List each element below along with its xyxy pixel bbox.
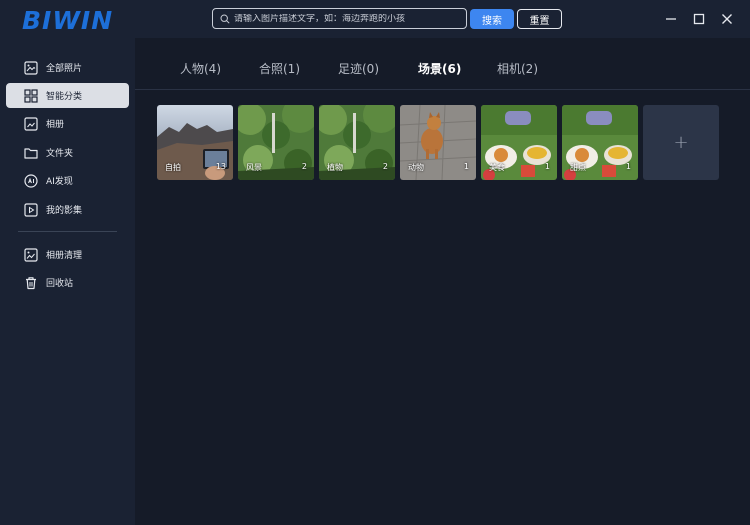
tile-count: 1 [625, 162, 631, 171]
search-button[interactable]: 搜索 [470, 9, 514, 29]
sidebar: 全部照片 智能分类 相册 文件夹 AI发现 我的影集 相册清理 回收站 [0, 38, 135, 525]
sidebar-item-my-movies[interactable]: 我的影集 [6, 197, 129, 222]
tile-count: 1 [463, 162, 469, 171]
tile-label: 甜点 [570, 163, 586, 172]
close-button[interactable] [717, 9, 737, 29]
maximize-icon [693, 13, 705, 25]
scene-tile-dessert[interactable]: 甜点 1 [562, 105, 638, 180]
tab-group-photos[interactable]: 合照(1) [259, 60, 300, 77]
biwin-logo: BIWIN [22, 6, 114, 35]
search-box[interactable] [212, 8, 467, 29]
sidebar-item-album[interactable]: 相册 [6, 111, 129, 136]
sidebar-item-label: 文件夹 [46, 149, 74, 159]
all-photos-icon [24, 60, 38, 75]
scene-tile-landscape[interactable]: 风景 2 [238, 105, 314, 180]
sidebar-item-label: 我的影集 [46, 206, 83, 216]
sidebar-item-label: 相册 [46, 120, 65, 130]
sidebar-item-label: 全部照片 [46, 64, 83, 74]
sidebar-divider [18, 231, 117, 232]
tile-label: 风景 [246, 163, 262, 172]
sidebar-item-ai-discover[interactable]: AI发现 [6, 168, 129, 193]
trash-icon [26, 276, 36, 289]
add-category-button[interactable]: + [643, 105, 719, 180]
tab-people[interactable]: 人物(4) [180, 60, 221, 77]
tile-label: 自拍 [165, 163, 181, 172]
scene-tile-food[interactable]: 美食 1 [481, 105, 557, 180]
search-input[interactable] [234, 13, 466, 24]
tab-cameras[interactable]: 相机(2) [497, 60, 538, 77]
maximize-button[interactable] [689, 9, 709, 29]
sidebar-item-folder[interactable]: 文件夹 [6, 140, 129, 165]
plus-icon: + [673, 132, 689, 153]
album-cleanup-icon [24, 247, 38, 262]
search-icon [220, 13, 230, 24]
category-tabs: 人物(4) 合照(1) 足迹(0) 场景(6) 相机(2) [135, 38, 750, 90]
ai-discover-icon [24, 173, 38, 188]
tile-label: 植物 [327, 163, 343, 172]
folder-icon [24, 147, 38, 159]
sidebar-item-album-cleanup[interactable]: 相册清理 [6, 242, 129, 267]
tile-count: 13 [215, 162, 226, 171]
minimize-icon [666, 18, 676, 20]
tab-footprints[interactable]: 足迹(0) [338, 60, 379, 77]
album-icon [24, 116, 38, 131]
tile-count: 1 [544, 162, 550, 171]
sidebar-item-smart-category[interactable]: 智能分类 [6, 83, 129, 108]
close-icon [722, 14, 732, 24]
scene-tile-plants[interactable]: 植物 2 [319, 105, 395, 180]
sidebar-item-all-photos[interactable]: 全部照片 [6, 55, 129, 80]
tab-scenes[interactable]: 场景(6) [418, 60, 461, 77]
reset-button[interactable]: 重置 [517, 9, 562, 29]
scene-tile-animals[interactable]: 动物 1 [400, 105, 476, 180]
tile-count: 2 [382, 162, 388, 171]
my-movies-icon [24, 202, 38, 217]
sidebar-item-trash[interactable]: 回收站 [6, 270, 129, 295]
scene-tile-selfie[interactable]: 自拍 13 [157, 105, 233, 180]
sidebar-item-label: 相册清理 [46, 251, 83, 261]
smart-category-icon [24, 88, 38, 103]
minimize-button[interactable] [661, 9, 681, 29]
sidebar-item-label: 智能分类 [46, 92, 83, 102]
tile-label: 动物 [408, 163, 424, 172]
tile-count: 2 [301, 162, 307, 171]
tile-label: 美食 [489, 163, 505, 172]
sidebar-item-label: 回收站 [46, 279, 74, 289]
title-bar: BIWIN 搜索 重置 [0, 0, 750, 38]
sidebar-item-label: AI发现 [46, 177, 73, 187]
